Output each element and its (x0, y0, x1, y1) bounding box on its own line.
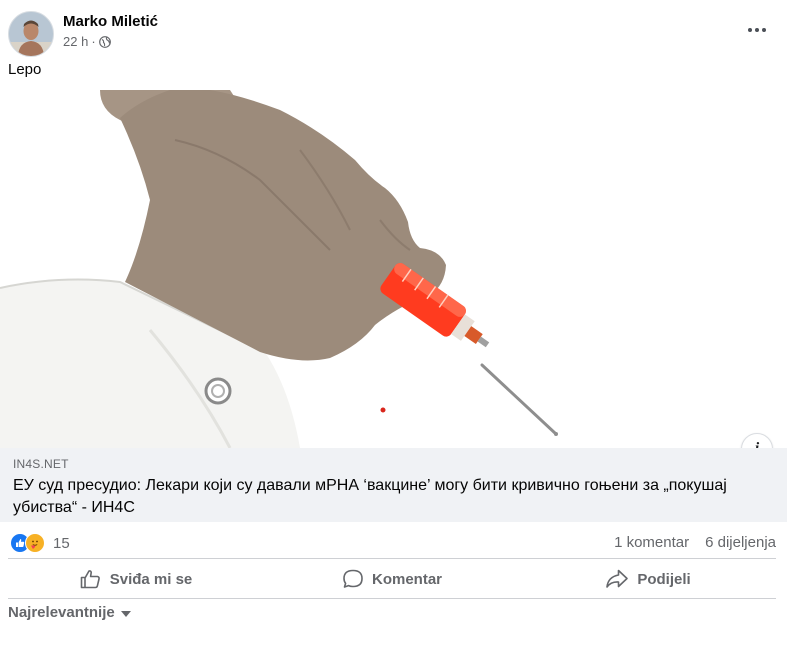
action-bar: Sviđa mi se Komentar Podijeli (8, 560, 776, 598)
care-icon (25, 533, 45, 553)
divider (8, 598, 776, 599)
post-time[interactable]: 22 h (63, 34, 88, 49)
comment-icon (343, 569, 363, 588)
syringe-illustration (0, 90, 558, 448)
like-label: Sviđa mi se (109, 570, 193, 588)
post-header: Marko Miletić 22 h · (0, 0, 787, 58)
more-dot (762, 28, 766, 32)
link-preview-image[interactable] (0, 90, 787, 448)
share-label: Podijeli (637, 570, 691, 588)
avatar-photo (9, 12, 53, 56)
comment-sort-dropdown[interactable]: Najrelevantnije (8, 604, 131, 621)
link-domain: IN4S.NET (13, 457, 69, 471)
reaction-summary[interactable]: 15 (10, 533, 70, 553)
engagement-counts: 1 komentar 6 dijeljenja (614, 534, 776, 551)
divider (8, 558, 776, 559)
post-card: Marko Miletić 22 h · Lepo IN4S.NET ЕУ су… (0, 0, 787, 645)
author-avatar[interactable] (8, 11, 54, 57)
more-dot (748, 28, 752, 32)
more-dot (755, 28, 759, 32)
author-name[interactable]: Marko Miletić (63, 13, 158, 30)
caret-down-icon (120, 610, 131, 617)
sort-label: Najrelevantnije (8, 604, 115, 621)
comment-button[interactable]: Komentar (264, 560, 520, 598)
meta-separator: · (91, 34, 96, 49)
like-button[interactable]: Sviđa mi se (8, 560, 264, 598)
share-icon (606, 569, 629, 588)
comment-count[interactable]: 1 komentar (614, 534, 689, 551)
share-count[interactable]: 6 dijeljenja (705, 534, 776, 551)
globe-icon[interactable] (98, 35, 111, 48)
link-headline[interactable]: ЕУ суд пресудио: Лекари који су давали м… (13, 475, 753, 519)
post-text: Lepo (8, 61, 42, 78)
post-meta: 22 h · (63, 34, 111, 49)
reaction-count: 15 (53, 534, 70, 552)
thumbs-up-icon (80, 570, 100, 589)
share-button[interactable]: Podijeli (520, 560, 776, 598)
more-options-button[interactable] (743, 18, 771, 42)
comment-label: Komentar (371, 570, 442, 588)
link-preview-footer[interactable]: IN4S.NET ЕУ суд пресудио: Лекари који су… (0, 448, 787, 522)
